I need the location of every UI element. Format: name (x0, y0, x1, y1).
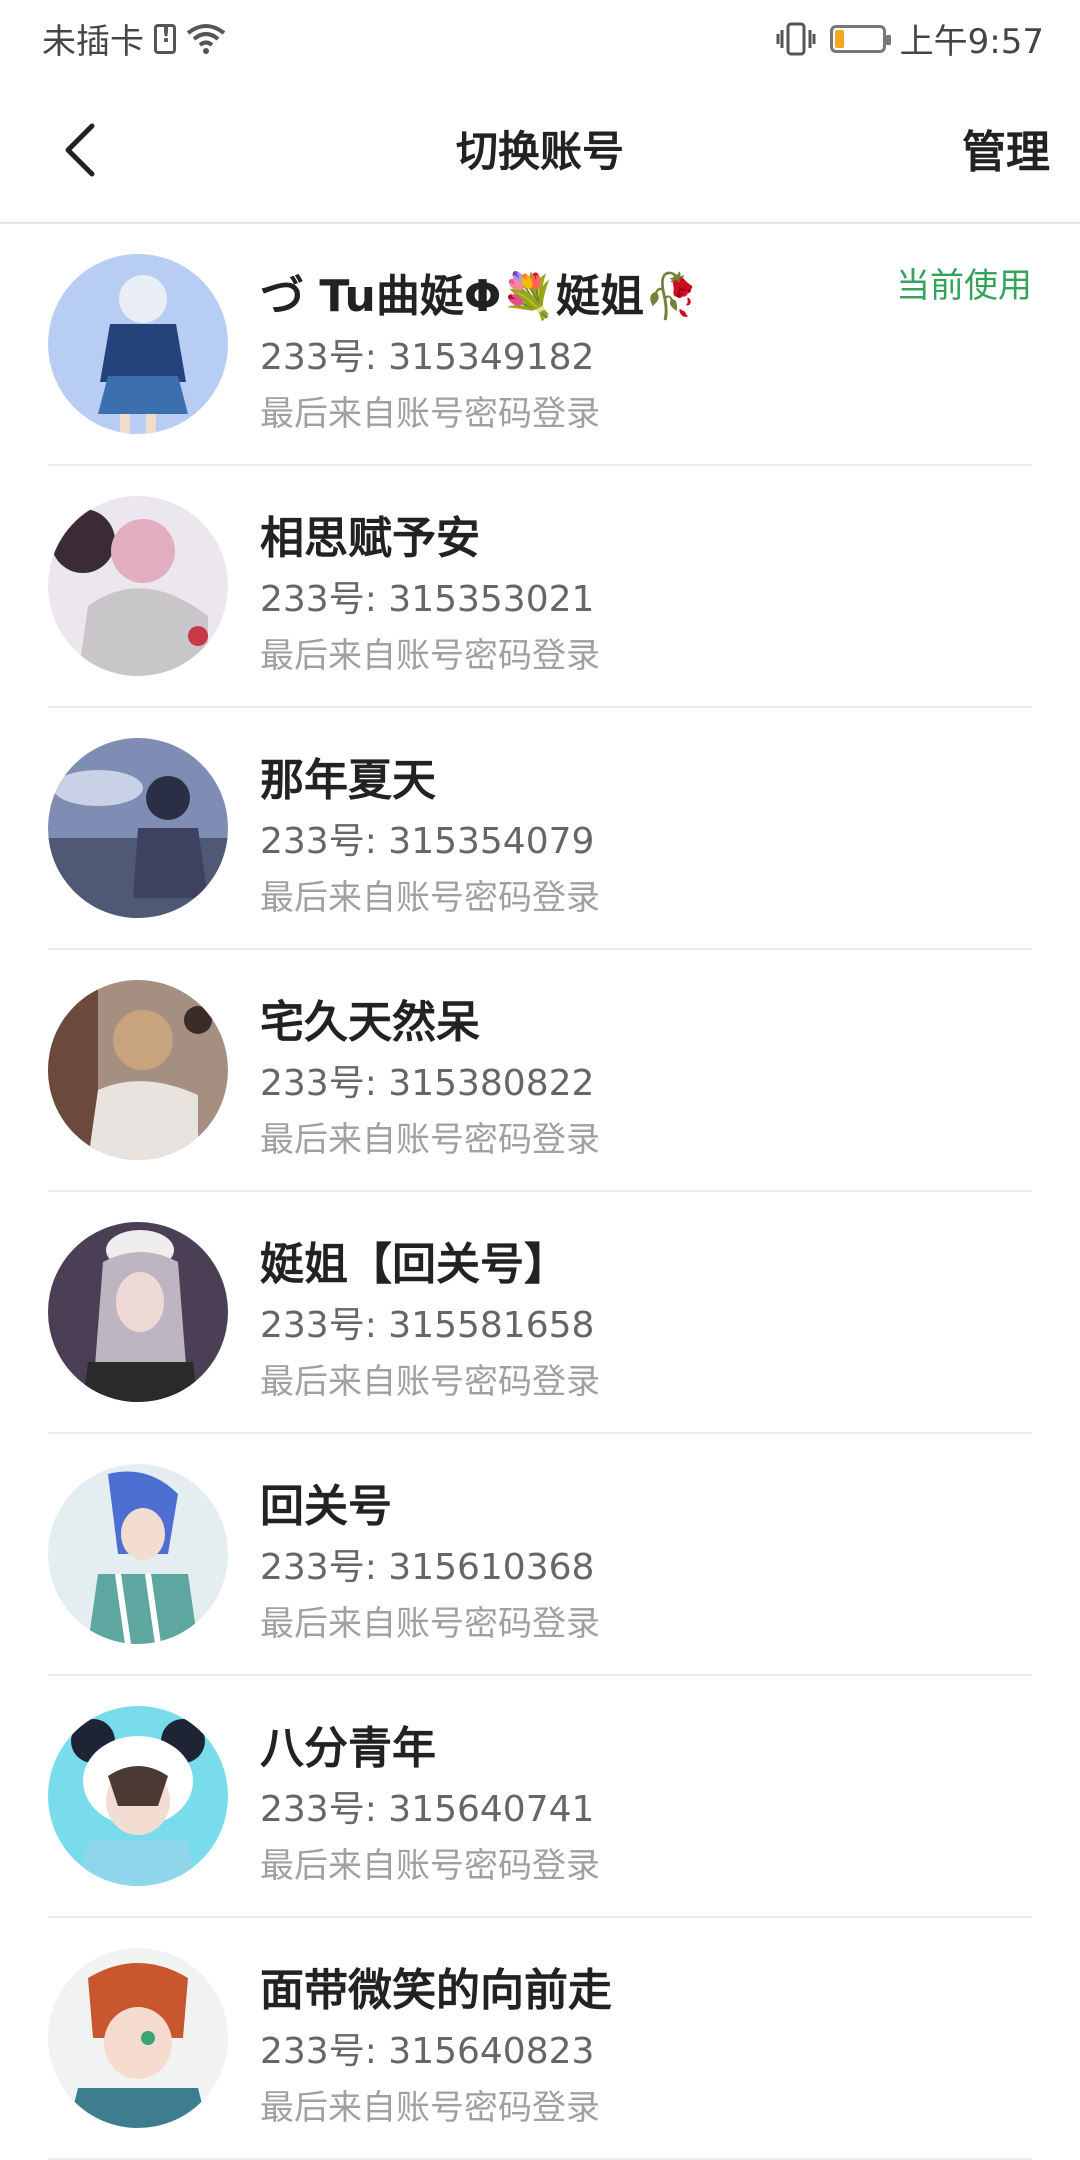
account-item[interactable]: 那年夏天 233号: 315354079 最后来自账号密码登录 (48, 708, 1032, 950)
account-list: づ Tu曲娗Φ💐娗姐🥀 233号: 315349182 最后来自账号密码登录 当… (0, 224, 1080, 2160)
last-login-info: 最后来自账号密码登录 (260, 1120, 600, 1160)
account-id: 233号: 315610368 (260, 1547, 595, 1588)
account-id: 233号: 315640741 (260, 1789, 595, 1830)
last-login-info: 最后来自账号密码登录 (260, 1846, 600, 1886)
no-sim-icon (154, 23, 176, 54)
vibrate-icon (776, 22, 816, 55)
page-title: 切换账号 (455, 127, 624, 176)
last-login-info: 最后来自账号密码登录 (260, 394, 600, 434)
account-id: 233号: 315353021 (260, 579, 595, 620)
account-item[interactable]: 娗姐【回关号】 233号: 315581658 最后来自账号密码登录 (48, 1192, 1032, 1434)
avatar (48, 1222, 228, 1402)
avatar (48, 738, 228, 918)
account-name: 娗姐【回关号】 (260, 1239, 568, 1290)
status-left: 未插卡 (42, 14, 226, 63)
account-name: づ Tu曲娗Φ💐娗姐🥀 (260, 271, 699, 322)
avatar (48, 496, 228, 676)
account-item[interactable]: づ Tu曲娗Φ💐娗姐🥀 233号: 315349182 最后来自账号密码登录 当… (48, 224, 1032, 466)
account-id: 233号: 315380822 (260, 1063, 595, 1104)
status-right: 上午9:57 (776, 14, 1044, 63)
last-login-info: 最后来自账号密码登录 (260, 878, 600, 918)
account-name: 相思赋予安 (260, 513, 480, 564)
account-name: 回关号 (260, 1481, 392, 1532)
last-login-info: 最后来自账号密码登录 (260, 636, 600, 676)
nav-header: 切换账号 管理 (0, 78, 1080, 224)
account-item[interactable]: 面带微笑的向前走 233号: 315640823 最后来自账号密码登录 (48, 1918, 1032, 2160)
battery-level (834, 29, 844, 48)
last-login-info: 最后来自账号密码登录 (260, 1362, 600, 1402)
account-id: 233号: 315349182 (260, 337, 595, 378)
wifi-icon (186, 23, 226, 54)
account-item[interactable]: 回关号 233号: 315610368 最后来自账号密码登录 (48, 1434, 1032, 1676)
manage-button[interactable]: 管理 (962, 116, 1050, 180)
account-name: 那年夏天 (260, 755, 436, 806)
account-id: 233号: 315640823 (260, 2031, 595, 2072)
last-login-info: 最后来自账号密码登录 (260, 1604, 600, 1644)
last-login-info: 最后来自账号密码登录 (260, 2088, 600, 2128)
account-item[interactable]: 相思赋予安 233号: 315353021 最后来自账号密码登录 (48, 466, 1032, 708)
clock-text: 上午9:57 (899, 22, 1044, 62)
account-id: 233号: 315581658 (260, 1305, 595, 1346)
account-name: 面带微笑的向前走 (260, 1965, 612, 2016)
battery-icon (829, 24, 891, 53)
avatar (48, 1948, 228, 2128)
account-name: 八分青年 (260, 1723, 436, 1774)
status-bar: 未插卡 上午9:57 (0, 0, 1080, 78)
avatar (48, 980, 228, 1160)
carrier-text: 未插卡 (42, 22, 144, 62)
current-account-badge: 当前使用 (896, 266, 1032, 306)
account-item[interactable]: 宅久天然呆 233号: 315380822 最后来自账号密码登录 (48, 950, 1032, 1192)
avatar (48, 1706, 228, 1886)
account-id: 233号: 315354079 (260, 821, 595, 862)
account-item[interactable]: 八分青年 233号: 315640741 最后来自账号密码登录 (48, 1676, 1032, 1918)
account-name: 宅久天然呆 (260, 997, 480, 1048)
avatar (48, 1464, 228, 1644)
avatar (48, 254, 228, 434)
